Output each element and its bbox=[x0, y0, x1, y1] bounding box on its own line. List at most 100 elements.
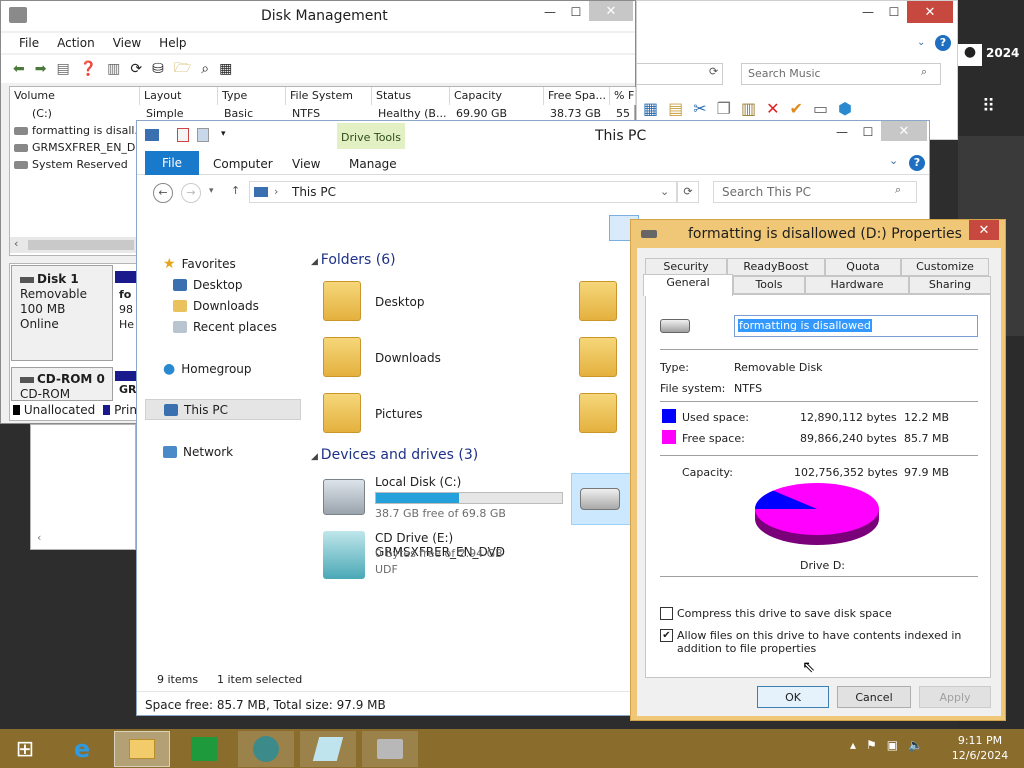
cdrom-info[interactable]: CD-ROM 0 CD-ROM bbox=[11, 367, 113, 401]
drive-item-d-selected[interactable] bbox=[571, 473, 631, 525]
tab-tools[interactable]: Tools bbox=[733, 276, 805, 294]
table-icon[interactable]: ▥ bbox=[107, 61, 120, 77]
taskbar-ie[interactable]: e bbox=[54, 731, 110, 767]
tab-file[interactable]: File bbox=[145, 151, 199, 175]
minimize-button[interactable]: — bbox=[855, 1, 881, 23]
properties-qat-icon[interactable] bbox=[177, 128, 189, 142]
drive-tools-tab[interactable]: Drive Tools bbox=[337, 123, 405, 149]
devices-group-header[interactable]: ◢ Devices and drives (3) bbox=[311, 447, 478, 463]
taskbar-disk-management[interactable] bbox=[362, 731, 418, 767]
chevron-down-icon[interactable]: ⌄ bbox=[917, 37, 925, 48]
drive-item-e[interactable]: CD Drive (E:) GRMSXFRER_EN_DVD 0 bytes f… bbox=[321, 527, 581, 579]
compress-checkbox-row[interactable]: Compress this drive to save disk space bbox=[660, 607, 892, 620]
open-folder-icon[interactable]: 🗁 bbox=[174, 57, 191, 81]
taskbar-store[interactable] bbox=[176, 731, 232, 767]
nav-favorites[interactable]: ★ Favorites bbox=[163, 253, 236, 274]
scroll-left-icon[interactable]: ‹ bbox=[14, 237, 18, 250]
tab-sharing[interactable]: Sharing bbox=[909, 276, 991, 294]
recent-dropdown-icon[interactable]: ▾ bbox=[209, 186, 214, 196]
cut-icon[interactable]: ✂ bbox=[693, 99, 706, 118]
view-icon[interactable]: ▦ bbox=[643, 99, 658, 118]
menu-help[interactable]: Help bbox=[159, 36, 186, 50]
start-button[interactable]: ⊞ bbox=[0, 731, 50, 767]
burn-icon[interactable]: ⬢ bbox=[838, 99, 852, 118]
index-checkbox-row[interactable]: ✔ Allow files on this drive to have cont… bbox=[660, 629, 980, 655]
tab-view[interactable]: View bbox=[292, 157, 320, 171]
search-input[interactable]: Search Music bbox=[741, 63, 941, 85]
documents-folder-icon[interactable] bbox=[579, 281, 617, 321]
forward-button[interactable]: → bbox=[181, 183, 201, 203]
menu-view[interactable]: View bbox=[113, 36, 141, 50]
apply-button[interactable]: Apply bbox=[919, 686, 991, 708]
scroll-thumb[interactable] bbox=[28, 240, 134, 250]
nav-downloads[interactable]: Downloads bbox=[173, 295, 259, 316]
tab-readyboost[interactable]: ReadyBoost bbox=[727, 258, 825, 276]
qat-dropdown-icon[interactable]: ▾ bbox=[221, 129, 226, 139]
clock[interactable]: 9:11 PM 12/6/2024 bbox=[950, 733, 1010, 763]
volume-label-input[interactable]: formatting is disallowed bbox=[734, 315, 978, 337]
show-hidden-icons-icon[interactable]: ▴ bbox=[850, 738, 856, 752]
nav-thispc[interactable]: This PC bbox=[145, 399, 301, 420]
delete-icon[interactable]: ✕ bbox=[766, 99, 779, 118]
search-input[interactable]: Search This PC bbox=[713, 181, 917, 203]
help-book-icon[interactable]: ❓ bbox=[80, 61, 97, 77]
address-dropdown-icon[interactable]: ⌄ bbox=[660, 185, 669, 198]
folder-item[interactable]: Pictures bbox=[323, 389, 473, 441]
index-checkbox[interactable]: ✔ bbox=[660, 629, 673, 642]
nav-recent[interactable]: Recent places bbox=[173, 316, 277, 337]
column-free-space[interactable]: Free Spa... bbox=[544, 87, 610, 105]
collapse-icon[interactable]: ◢ bbox=[311, 257, 321, 267]
disk1-info[interactable]: Disk 1 Removable 100 MB Online bbox=[11, 265, 113, 361]
column-capacity[interactable]: Capacity bbox=[450, 87, 544, 105]
nav-homegroup[interactable]: ● Homegroup bbox=[163, 358, 252, 379]
tab-computer[interactable]: Computer bbox=[213, 157, 273, 171]
column-file-system[interactable]: File System bbox=[286, 87, 372, 105]
rename-icon[interactable]: ▭ bbox=[813, 99, 828, 118]
nav-desktop[interactable]: Desktop bbox=[173, 274, 243, 295]
menu-file[interactable]: File bbox=[19, 36, 39, 50]
flag-icon[interactable]: ⚑ bbox=[866, 738, 877, 752]
ok-button[interactable]: OK bbox=[757, 686, 829, 708]
copy-icon[interactable]: ❐ bbox=[717, 99, 731, 118]
tab-hardware[interactable]: Hardware bbox=[805, 276, 909, 294]
maximize-button[interactable]: ☐ bbox=[855, 121, 881, 143]
taskbar-app-globe[interactable] bbox=[238, 731, 294, 767]
up-button[interactable]: ↑ bbox=[231, 184, 240, 197]
back-arrow-icon[interactable]: ⬅ bbox=[13, 61, 25, 77]
horizontal-scrollbar[interactable]: ‹ bbox=[10, 237, 138, 253]
properties-icon[interactable]: ▦ bbox=[219, 61, 232, 77]
table-row[interactable]: GRMSXFRER_EN_D... bbox=[10, 140, 140, 156]
network-icon[interactable]: ▣ bbox=[887, 738, 898, 752]
ribbon-expand-icon[interactable]: ⌄ bbox=[889, 154, 898, 167]
minimize-button[interactable]: — bbox=[829, 121, 855, 143]
forward-arrow-icon[interactable]: ➡ bbox=[35, 61, 47, 77]
properties-icon[interactable]: ▤ bbox=[668, 99, 683, 118]
collapse-icon[interactable]: ◢ bbox=[311, 452, 321, 462]
column-percent-free[interactable]: % F bbox=[610, 87, 636, 105]
table-row[interactable]: System Reserved bbox=[10, 157, 140, 173]
tab-customize[interactable]: Customize bbox=[901, 258, 989, 276]
drive-item-c[interactable]: Local Disk (C:) 38.7 GB free of 69.8 GB bbox=[321, 471, 571, 521]
tab-general[interactable]: General bbox=[643, 274, 733, 296]
music-folder-icon[interactable] bbox=[579, 337, 617, 377]
search-icon[interactable]: ⌕ bbox=[895, 183, 901, 197]
close-button[interactable]: ✕ bbox=[589, 1, 633, 21]
refresh-icon[interactable]: ⟳ bbox=[130, 61, 142, 77]
scroll-left-icon[interactable]: ‹ bbox=[37, 531, 41, 544]
maximize-button[interactable]: ☐ bbox=[881, 1, 907, 23]
folders-group-header[interactable]: ◢ Folders (6) bbox=[311, 252, 396, 268]
cancel-button[interactable]: Cancel bbox=[837, 686, 911, 708]
tab-manage[interactable]: Manage bbox=[349, 157, 397, 171]
minimize-button[interactable]: — bbox=[537, 1, 563, 23]
close-button[interactable]: ✕ bbox=[907, 1, 953, 23]
column-volume[interactable]: Volume bbox=[10, 87, 140, 105]
back-button[interactable]: ← bbox=[153, 183, 173, 203]
volume-icon[interactable]: 🔈 bbox=[908, 738, 923, 752]
folder-item[interactable]: Downloads bbox=[323, 333, 473, 385]
console-icon[interactable]: ▤ bbox=[56, 61, 69, 77]
folder-item[interactable]: Desktop bbox=[323, 277, 473, 329]
search-icon[interactable]: ⌕ bbox=[201, 61, 209, 77]
paste-icon[interactable]: ▥ bbox=[741, 99, 756, 118]
maximize-button[interactable]: ☐ bbox=[563, 1, 589, 23]
column-type[interactable]: Type bbox=[218, 87, 286, 105]
